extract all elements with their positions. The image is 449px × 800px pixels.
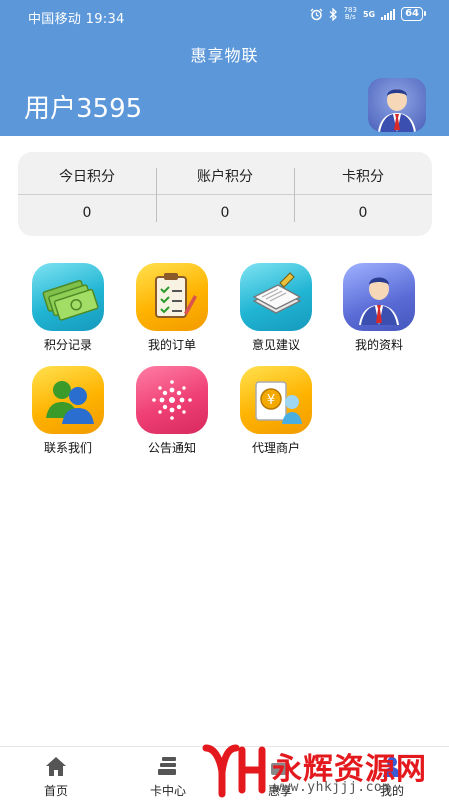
username: 用户3595 bbox=[24, 94, 143, 124]
menu-agent-merchant[interactable]: ¥ 代理商户 bbox=[226, 366, 326, 462]
avatar[interactable] bbox=[368, 78, 426, 132]
menu-feedback[interactable]: 意见建议 bbox=[226, 263, 326, 359]
nav-home-label: 首页 bbox=[43, 784, 68, 798]
dots-icon bbox=[136, 366, 208, 434]
today-points-label: 今日积分 bbox=[59, 169, 115, 185]
card-stack-icon bbox=[158, 757, 176, 775]
card-points-value: 0 bbox=[358, 205, 368, 221]
carrier-time: 中国移动 19:34 bbox=[28, 12, 125, 27]
merchant-icon: ¥ bbox=[240, 366, 312, 434]
page-title: 惠享物联 bbox=[190, 46, 259, 65]
account-points-label: 账户积分 bbox=[197, 169, 253, 185]
menu-label: 公告通知 bbox=[147, 441, 196, 455]
watermark: 永辉资源网 www.yhkjjj.com bbox=[200, 742, 440, 800]
points-card: 今日积分 0 账户积分 0 卡积分 0 bbox=[18, 152, 432, 236]
watermark-logo-icon bbox=[202, 744, 266, 798]
menu-label: 我的资料 bbox=[354, 338, 403, 352]
alarm-icon bbox=[310, 8, 323, 20]
menu-label: 我的订单 bbox=[147, 338, 196, 352]
home-icon bbox=[46, 757, 66, 776]
menu-label: 积分记录 bbox=[43, 338, 92, 352]
user-avatar-icon bbox=[378, 89, 416, 132]
bluetooth-icon bbox=[329, 7, 337, 21]
header: 中国移动 19:34 783 B/s 5G 64 惠享物联 用户3595 bbox=[0, 0, 449, 136]
menu-label: 意见建议 bbox=[251, 338, 300, 352]
nav-home[interactable]: 首页 bbox=[16, 753, 96, 798]
points-divider bbox=[18, 194, 432, 195]
card-points-label: 卡积分 bbox=[342, 169, 384, 185]
battery-icon: 64 bbox=[401, 7, 426, 21]
menu-points-record[interactable]: 积分记录 bbox=[18, 263, 118, 359]
nav-card-center[interactable]: 卡中心 bbox=[128, 753, 208, 798]
net-speed: 783 B/s bbox=[344, 7, 357, 21]
documents-icon bbox=[240, 263, 312, 331]
svg-text:¥: ¥ bbox=[267, 393, 275, 408]
menu-label: 联系我们 bbox=[43, 441, 92, 455]
menu-label: 代理商户 bbox=[251, 441, 300, 455]
contacts-icon bbox=[32, 366, 104, 434]
points-separator bbox=[156, 168, 157, 222]
points-separator bbox=[294, 168, 295, 222]
money-icon bbox=[32, 263, 104, 331]
net-type: 5G bbox=[362, 9, 376, 19]
watermark-url: www.yhkjjj.com bbox=[274, 780, 391, 795]
today-points-value: 0 bbox=[82, 205, 92, 221]
user-icon bbox=[343, 263, 415, 331]
account-points-value: 0 bbox=[220, 205, 230, 221]
menu-contact-us[interactable]: 联系我们 bbox=[18, 366, 118, 462]
status-icons: 783 B/s 5G 64 bbox=[310, 7, 426, 21]
clipboard-icon bbox=[136, 263, 208, 331]
nav-card-center-label: 卡中心 bbox=[149, 784, 186, 798]
net-speed-unit: B/s bbox=[344, 13, 356, 21]
menu-announcements[interactable]: 公告通知 bbox=[122, 366, 222, 462]
signal-icon bbox=[381, 8, 396, 20]
menu-my-orders[interactable]: 我的订单 bbox=[122, 263, 222, 359]
status-bar: 中国移动 19:34 783 B/s 5G 64 bbox=[0, 0, 449, 32]
menu-my-profile[interactable]: 我的资料 bbox=[329, 263, 429, 359]
app-root: 中国移动 19:34 783 B/s 5G 64 惠享物联 用户3595 今日积… bbox=[0, 0, 449, 800]
